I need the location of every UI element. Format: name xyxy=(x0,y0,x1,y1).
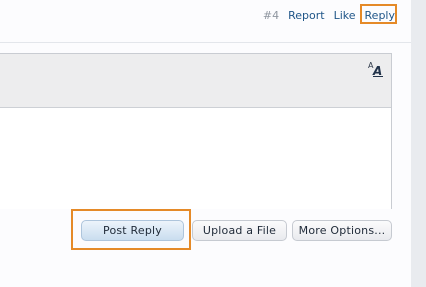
post-reply-highlight xyxy=(71,209,191,250)
font-size-toggle-icon[interactable]: A A xyxy=(367,62,385,78)
post-divider xyxy=(0,42,411,43)
post-number: #4 xyxy=(262,9,280,22)
font-size-underline xyxy=(373,76,383,77)
editor-toolbar: A A xyxy=(0,54,391,108)
reply-link-highlight xyxy=(360,4,397,24)
scrollbar-track[interactable] xyxy=(411,0,426,287)
more-options-button[interactable]: More Options... xyxy=(292,220,392,241)
report-link[interactable]: Report xyxy=(288,8,324,24)
like-link[interactable]: Like xyxy=(334,8,356,24)
upload-file-button[interactable]: Upload a File xyxy=(192,220,287,241)
message-textarea[interactable] xyxy=(0,108,391,209)
reply-editor: A A xyxy=(0,53,392,209)
